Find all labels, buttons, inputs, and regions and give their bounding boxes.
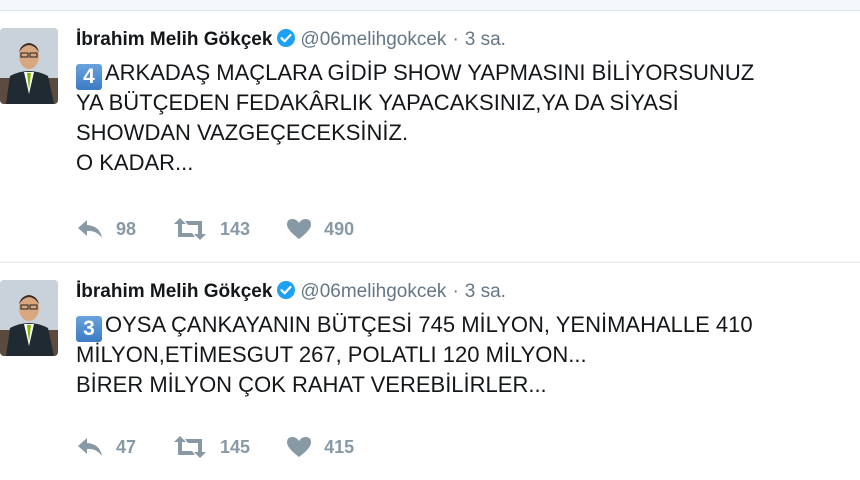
tweet-time[interactable]: 3 sa. — [465, 29, 506, 50]
number-badge: 4 — [76, 64, 102, 90]
tweet-line: 4 ARKADAŞ MAÇLARA GİDİP SHOW YAPMASINI Bİ… — [76, 58, 860, 90]
tweet-header: İbrahim Melih Gökçek @06melihgokcek · 3 sa. — [76, 27, 506, 56]
tweet-line: SHOWDAN VAZGEÇECEKSİNİZ. — [76, 120, 409, 145]
author-handle[interactable]: @06melihgokcek — [300, 29, 446, 50]
verified-badge-icon — [276, 28, 296, 56]
tweet-time[interactable]: 3 sa. — [465, 281, 506, 302]
tweet-actions: 47 145 415 — [76, 436, 390, 458]
author-handle[interactable]: @06melihgokcek — [300, 281, 446, 302]
heart-icon — [286, 436, 324, 458]
author-name[interactable]: İbrahim Melih Gökçek — [76, 29, 272, 50]
separator-dot: · — [452, 29, 459, 50]
retweet-button[interactable]: 143 — [172, 218, 250, 240]
tweet[interactable]: İbrahim Melih Gökçek @06melihgokcek · 3 sa.… — [0, 263, 860, 480]
retweet-icon — [172, 436, 220, 458]
separator-dot: · — [452, 281, 459, 302]
retweet-icon — [172, 218, 220, 240]
like-button[interactable]: 490 — [286, 218, 354, 240]
like-count: 415 — [324, 436, 355, 457]
retweet-count: 145 — [220, 436, 251, 457]
retweet-button[interactable]: 145 — [172, 436, 250, 458]
tweet-line-text: OYSA ÇANKAYANIN BÜTÇESİ 745 MİLYON, YENİ… — [105, 312, 753, 337]
like-count: 490 — [324, 218, 355, 239]
tweet-line-text: ARKADAŞ MAÇLARA GİDİP SHOW YAPMASINI BİL… — [105, 60, 755, 85]
number-badge: 3 — [76, 316, 102, 342]
tweet-header: İbrahim Melih Gökçek @06melihgokcek · 3 sa. — [76, 279, 506, 308]
tweet-actions: 98 143 490 — [76, 218, 390, 240]
tweet-text: 3 OYSA ÇANKAYANIN BÜTÇESİ 745 MİLYON, YEN… — [76, 310, 860, 400]
timeline-top-border — [0, 0, 860, 11]
tweet-text: 4 ARKADAŞ MAÇLARA GİDİP SHOW YAPMASINI Bİ… — [76, 58, 860, 178]
reply-button[interactable]: 47 — [76, 436, 136, 458]
reply-icon — [76, 218, 116, 240]
tweet-line: BİRER MİLYON ÇOK RAHAT VEREBİLİRLER... — [76, 372, 547, 397]
avatar[interactable] — [0, 28, 58, 104]
tweet-line: 3 OYSA ÇANKAYANIN BÜTÇESİ 745 MİLYON, YEN… — [76, 310, 860, 342]
avatar[interactable] — [0, 280, 58, 356]
retweet-count: 143 — [220, 218, 251, 239]
like-button[interactable]: 415 — [286, 436, 354, 458]
tweet-line: MİLYON,ETİMESGUT 267, POLATLI 120 MİLYON… — [76, 342, 587, 367]
author-name[interactable]: İbrahim Melih Gökçek — [76, 281, 272, 302]
heart-icon — [286, 218, 324, 240]
reply-count: 47 — [116, 436, 137, 457]
reply-count: 98 — [116, 218, 137, 239]
tweet-line: YA BÜTÇEDEN FEDAKÂRLIK YAPACAKSINIZ,YA D… — [76, 90, 679, 115]
tweet-line: O KADAR... — [76, 150, 194, 175]
tweet[interactable]: İbrahim Melih Gökçek @06melihgokcek · 3 sa.… — [0, 11, 860, 263]
reply-icon — [76, 436, 116, 458]
verified-badge-icon — [276, 280, 296, 308]
reply-button[interactable]: 98 — [76, 218, 136, 240]
